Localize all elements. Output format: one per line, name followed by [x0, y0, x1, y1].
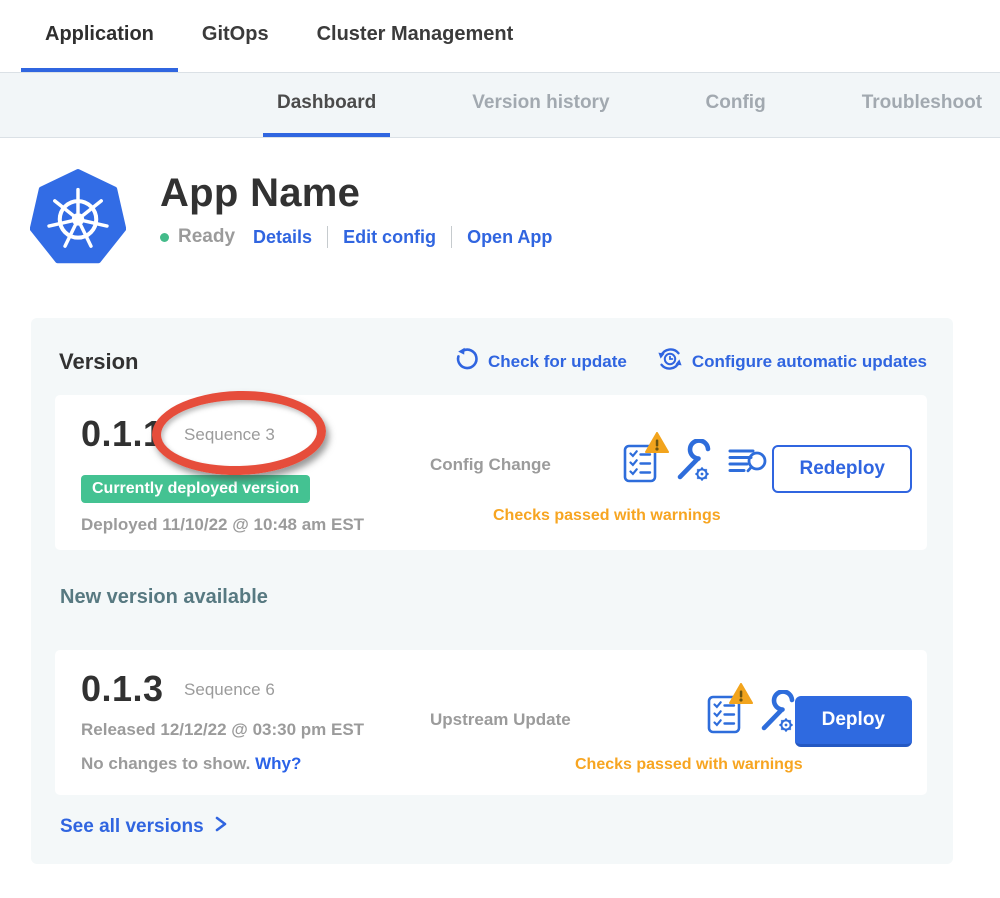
checks-status-text: Checks passed with warnings: [493, 507, 721, 525]
checks-status-text: Checks passed with warnings: [575, 756, 803, 774]
version-card-title: Version: [59, 349, 138, 375]
version-source-label: Config Change: [430, 455, 551, 475]
new-version-row: 0.1.3 Sequence 6 Released 12/12/22 @ 03:…: [55, 650, 927, 795]
current-version-row: 0.1.1 Sequence 3 Currently deployed vers…: [55, 395, 927, 550]
configure-automatic-updates-label: Configure automatic updates: [692, 352, 927, 372]
top-tab-application[interactable]: Application: [21, 0, 178, 72]
divider: [327, 226, 328, 248]
no-changes-text: No changes to show.: [81, 754, 250, 773]
new-version-heading: New version available: [60, 586, 268, 609]
divider: [451, 226, 452, 248]
check-for-update-label: Check for update: [488, 352, 627, 372]
ready-status-dot: [160, 233, 169, 242]
current-version-number: 0.1.1: [81, 413, 164, 454]
new-sequence-label: Sequence 6: [184, 680, 275, 699]
tab-dashboard[interactable]: Dashboard: [263, 73, 390, 137]
config-wrench-icon[interactable]: [673, 439, 711, 488]
preflight-checks-icon[interactable]: [707, 694, 741, 734]
top-tab-gitops[interactable]: GitOps: [178, 0, 293, 72]
view-diff-icon[interactable]: [727, 443, 767, 484]
top-tab-cluster-management[interactable]: Cluster Management: [293, 0, 538, 72]
deployed-timestamp: Deployed 11/10/22 @ 10:48 am EST: [81, 515, 364, 535]
kubernetes-logo-icon: [30, 167, 126, 266]
current-sequence-label: Sequence 3: [184, 425, 275, 444]
preflight-checks-icon[interactable]: [623, 443, 657, 483]
config-wrench-icon[interactable]: [757, 690, 795, 739]
version-card: Version Check for update: [31, 318, 953, 864]
app-header: App Name Ready Details Edit config Open …: [30, 167, 1000, 266]
see-all-versions-link[interactable]: See all versions: [60, 815, 228, 838]
auto-update-clock-icon: [657, 346, 683, 377]
version-source-label: Upstream Update: [430, 710, 571, 730]
top-nav: Application GitOps Cluster Management: [0, 0, 1000, 72]
open-app-link[interactable]: Open App: [467, 227, 552, 248]
check-for-update-link[interactable]: Check for update: [455, 347, 627, 376]
app-sub-nav: Dashboard Version history Config Trouble…: [0, 72, 1000, 138]
app-status-label: Ready: [178, 226, 235, 248]
tab-config[interactable]: Config: [692, 73, 780, 137]
warning-triangle-icon: [729, 683, 753, 710]
warning-triangle-icon: [645, 432, 669, 459]
refresh-icon: [455, 347, 479, 376]
why-link[interactable]: Why?: [255, 754, 301, 773]
currently-deployed-badge: Currently deployed version: [81, 475, 310, 503]
app-title: App Name: [160, 171, 552, 215]
tab-version-history[interactable]: Version history: [458, 73, 623, 137]
new-version-number: 0.1.3: [81, 668, 164, 709]
redeploy-button[interactable]: Redeploy: [772, 445, 912, 493]
tab-troubleshoot[interactable]: Troubleshoot: [848, 73, 996, 137]
see-all-versions-label: See all versions: [60, 816, 204, 838]
configure-automatic-updates-link[interactable]: Configure automatic updates: [657, 346, 927, 377]
deploy-button[interactable]: Deploy: [795, 696, 912, 747]
released-timestamp: Released 12/12/22 @ 03:30 pm EST: [81, 720, 364, 740]
edit-config-link[interactable]: Edit config: [343, 227, 436, 248]
chevron-right-icon: [214, 815, 228, 838]
details-link[interactable]: Details: [253, 227, 312, 248]
